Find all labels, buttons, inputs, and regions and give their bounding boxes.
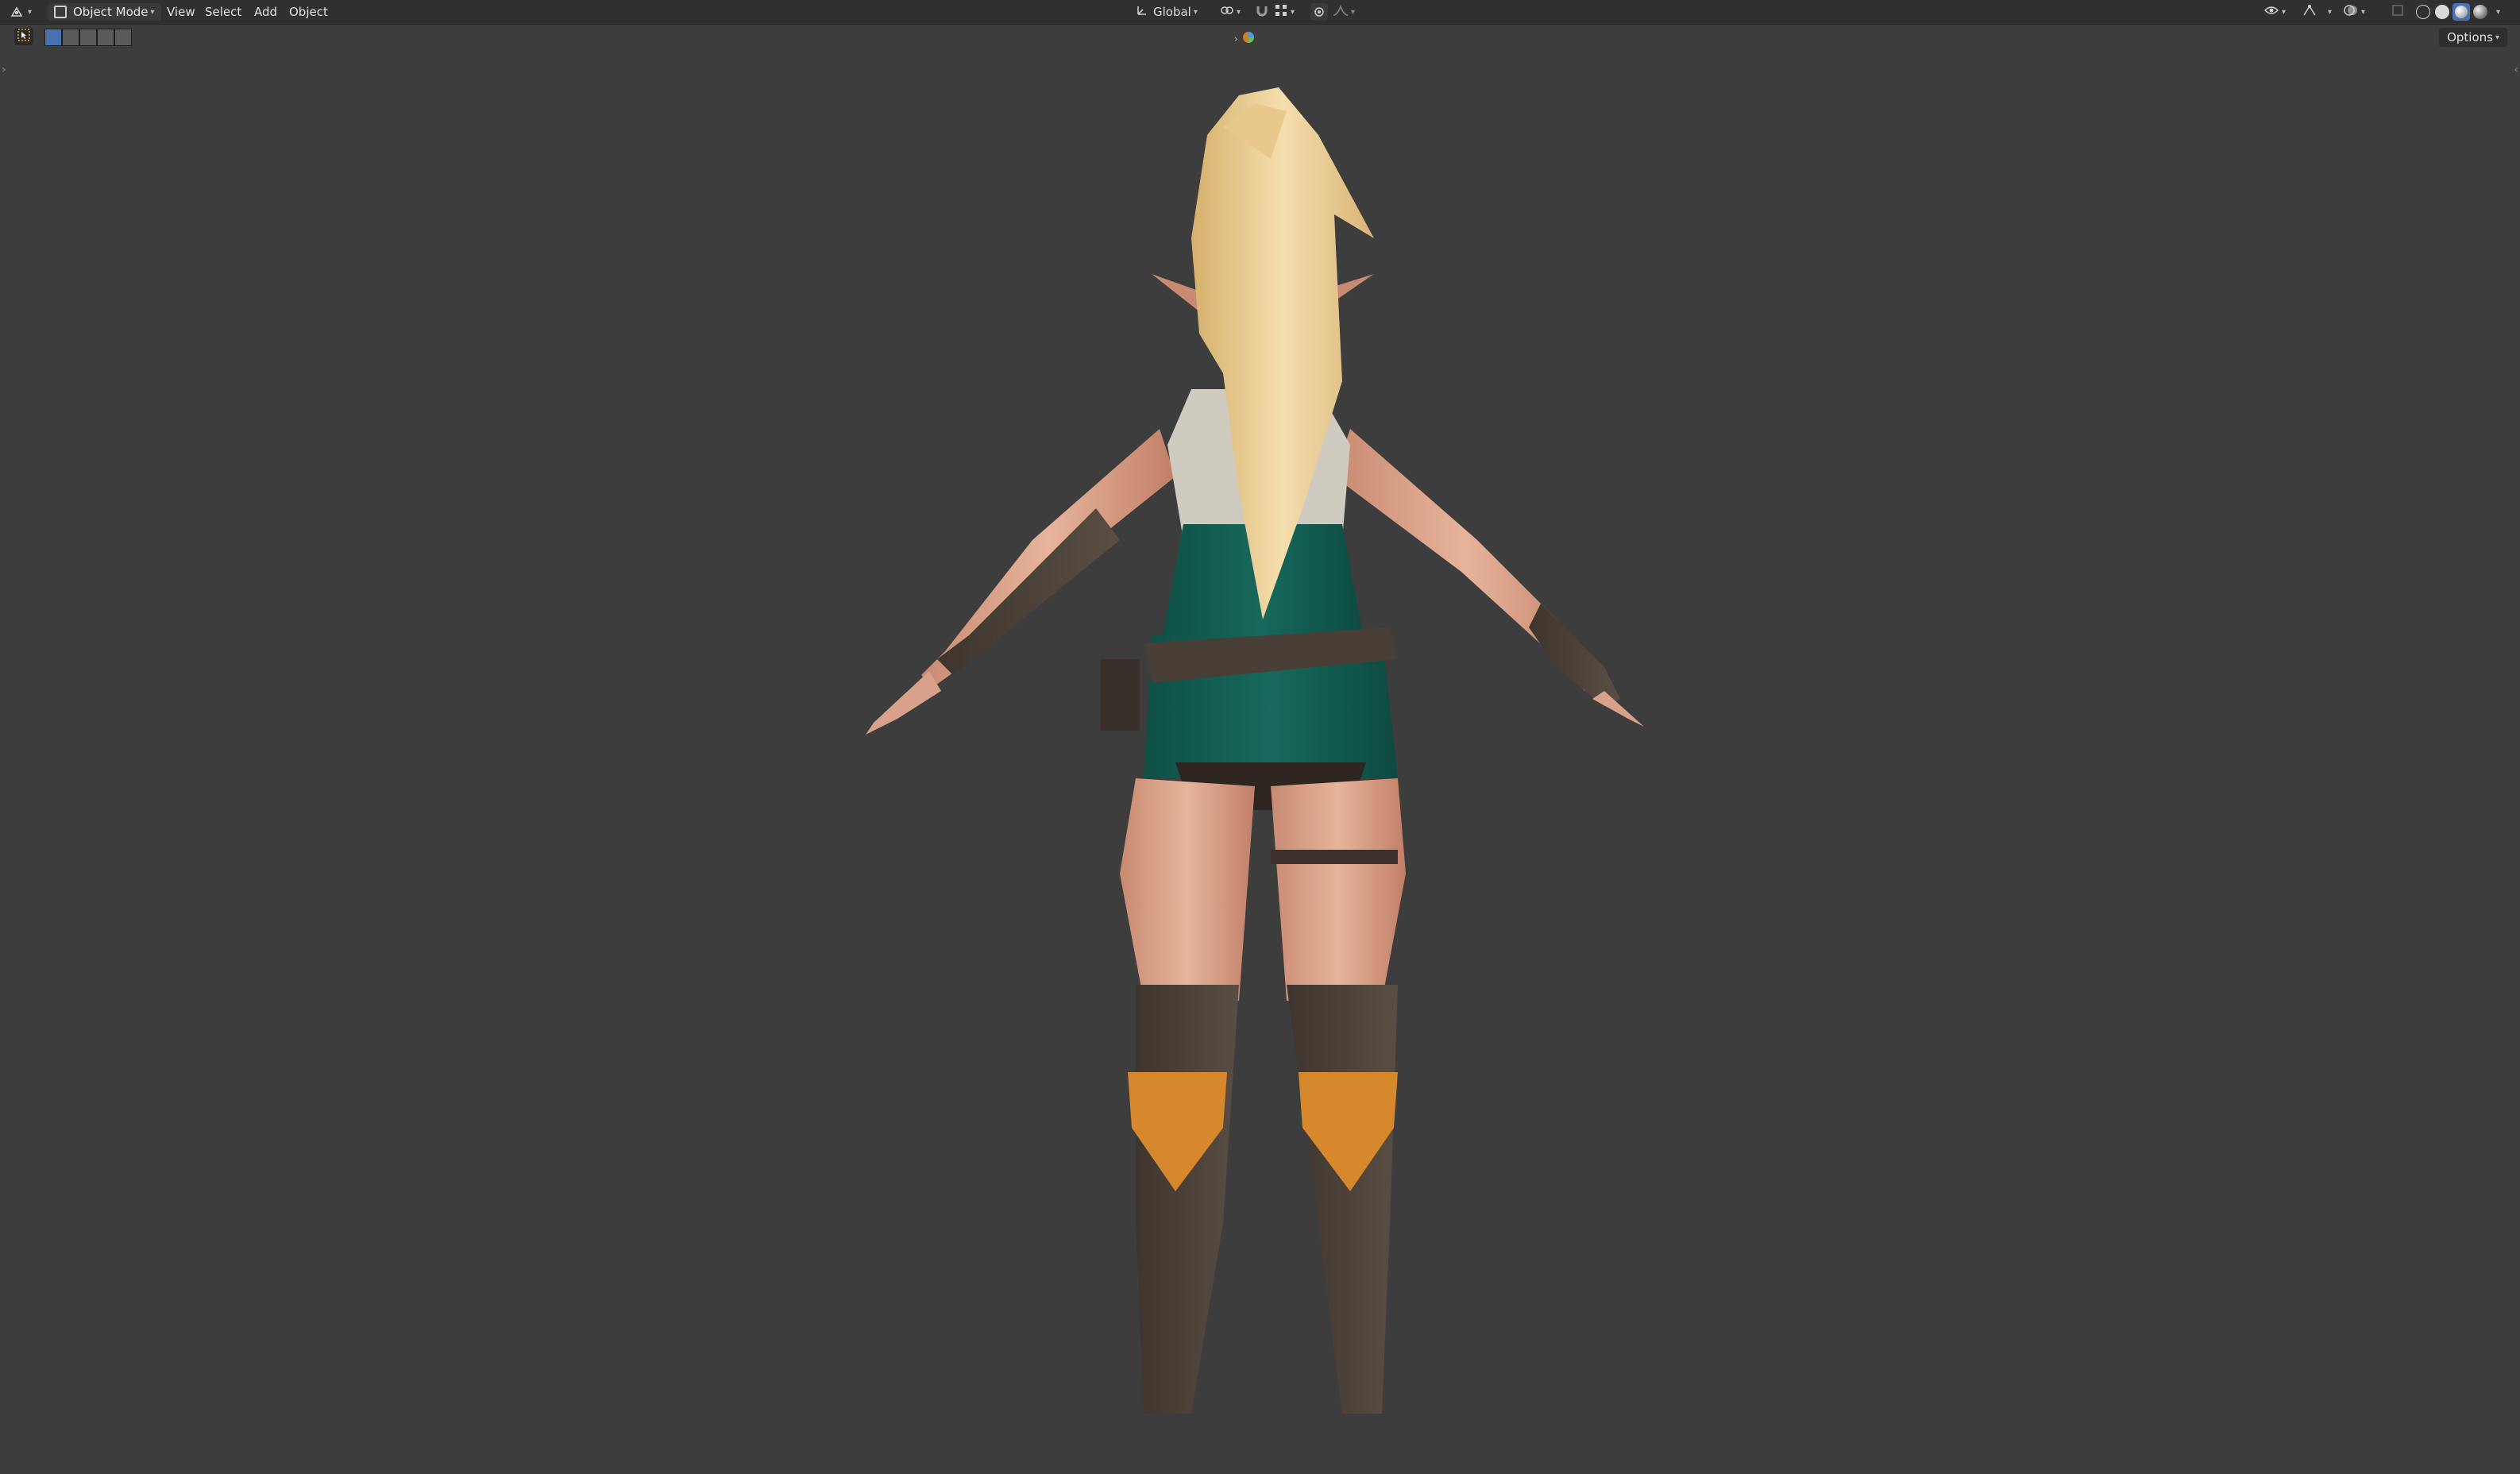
select-new-icon[interactable]: [44, 29, 62, 46]
visibility-icon: [2263, 4, 2279, 20]
falloff-dropdown[interactable]: ▾: [1333, 3, 1355, 21]
editor-type-button[interactable]: ▾: [8, 3, 32, 21]
proportional-edit-icon: [1310, 3, 1328, 21]
shading-wireframe-button[interactable]: [2416, 3, 2430, 21]
chevron-right-icon[interactable]: ›: [1234, 33, 1238, 44]
proportional-edit-toggle[interactable]: [1310, 3, 1328, 21]
solid-shading-icon: [2435, 5, 2449, 19]
options-label: Options: [2447, 30, 2493, 44]
material-preview-icon: [2452, 3, 2470, 21]
chevron-down-icon: ▾: [150, 7, 155, 17]
menu-view[interactable]: View: [162, 3, 200, 21]
shading-solid-button[interactable]: [2435, 3, 2449, 21]
snap-grid-icon: [1274, 3, 1288, 21]
select-invert-icon[interactable]: [97, 29, 114, 46]
mode-dropdown[interactable]: Object Mode ▾: [48, 3, 161, 21]
editor-type-icon: [8, 3, 25, 21]
select-extend-icon[interactable]: [62, 29, 79, 46]
chevron-down-icon: ▾: [1237, 7, 1241, 17]
orientation-icon: [1136, 4, 1148, 20]
snap-toggle[interactable]: [1255, 3, 1269, 21]
magnet-icon: [1255, 3, 1269, 21]
chevron-down-icon: ▾: [1193, 7, 1198, 17]
visibility-dropdown[interactable]: ▾: [2263, 3, 2286, 21]
collection-icon[interactable]: [1241, 30, 1256, 48]
select-intersect-icon[interactable]: [114, 29, 132, 46]
rendered-shading-icon: [2473, 5, 2487, 19]
tool-settings-bar: ›: [0, 25, 2520, 50]
options-dropdown[interactable]: Options ▾: [2439, 28, 2507, 47]
mode-label: Object Mode: [73, 5, 149, 19]
shading-rendered-button[interactable]: [2473, 3, 2487, 21]
chevron-down-icon: ▾: [2328, 7, 2333, 17]
select-tool-button[interactable]: [14, 28, 33, 45]
link-icon: [1220, 3, 1234, 21]
transform-orientation-dropdown[interactable]: Global ▾: [1136, 3, 1198, 21]
shading-material-button[interactable]: [2452, 3, 2470, 21]
gizmo-icon: [2302, 3, 2317, 21]
chevron-down-icon: ▾: [2282, 7, 2287, 17]
chevron-down-icon: ▾: [1291, 7, 1295, 17]
chevron-down-icon: ▾: [2495, 33, 2499, 42]
snap-target-dropdown[interactable]: ▾: [1274, 3, 1295, 21]
chevron-down-icon: ▾: [28, 7, 33, 17]
orientation-label: Global: [1153, 5, 1191, 19]
viewport-header: ▾ Object Mode ▾ View Select Add Object G…: [0, 0, 2520, 25]
menu-object[interactable]: Object: [284, 3, 333, 21]
overlay-toggle[interactable]: ▾: [2343, 3, 2365, 21]
menu-select[interactable]: Select: [200, 3, 246, 21]
overlay-icon: [2343, 3, 2359, 21]
menu-add[interactable]: Add: [249, 3, 282, 21]
select-box-icon: [17, 29, 30, 44]
xray-icon: [2391, 3, 2405, 21]
select-subtract-icon[interactable]: [79, 29, 97, 46]
falloff-curve-icon: [1333, 4, 1349, 20]
chevron-down-icon: ▾: [2496, 7, 2501, 17]
chevron-down-icon: ▾: [1351, 7, 1356, 17]
pivot-point-dropdown[interactable]: ▾: [1220, 3, 1241, 21]
breadcrumb: ›: [1234, 30, 1256, 48]
wireframe-icon: [2416, 5, 2430, 19]
character-model[interactable]: [0, 50, 2520, 1474]
gizmo-dropdown[interactable]: ▾: [2325, 3, 2332, 21]
3d-viewport[interactable]: [0, 50, 2520, 1474]
gizmo-toggle[interactable]: [2302, 3, 2317, 21]
object-mode-icon: [54, 6, 67, 18]
chevron-down-icon: ▾: [2361, 7, 2366, 17]
xray-toggle[interactable]: [2391, 3, 2405, 21]
shading-options-dropdown[interactable]: ▾: [2494, 3, 2500, 21]
